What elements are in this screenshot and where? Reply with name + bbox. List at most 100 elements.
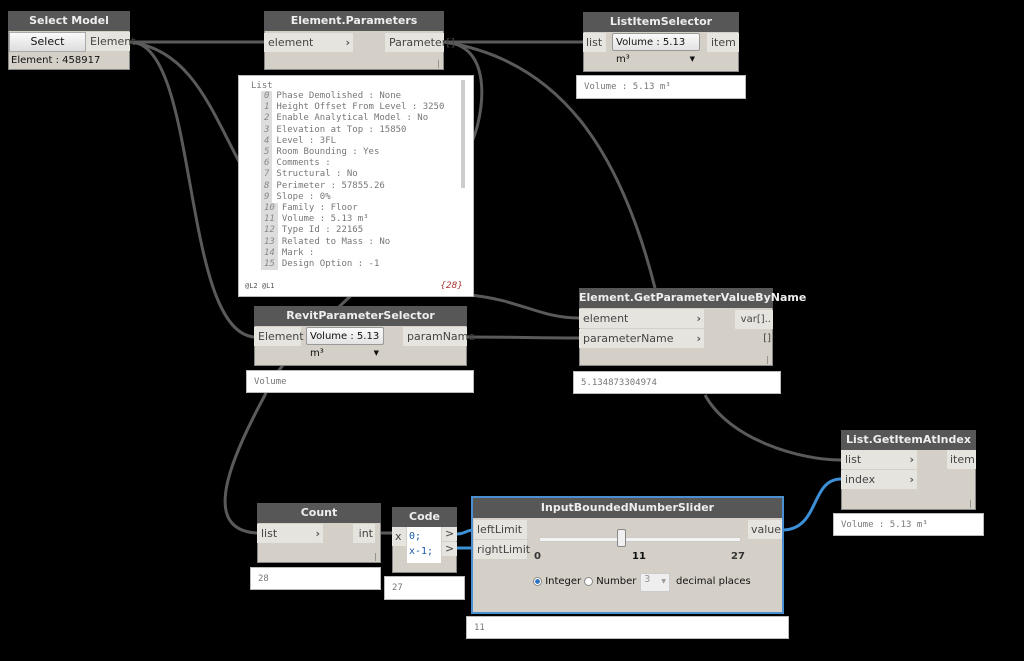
input-port-index[interactable]: index › xyxy=(841,470,917,489)
list-levels: @L2 @L1 xyxy=(245,282,275,290)
port-label: index xyxy=(845,473,876,486)
list-item: 3 Elevation at Top : 15850 xyxy=(261,124,461,136)
list-item: 15 Design Option : -1 xyxy=(261,259,461,271)
output-port-line-2[interactable]: > xyxy=(442,542,457,556)
port-label: list xyxy=(261,527,278,540)
code-editor[interactable]: 0; x-1; xyxy=(407,527,441,563)
list-index: 14 xyxy=(261,247,278,260)
list-item: 14 Mark : xyxy=(261,247,461,260)
input-port-element[interactable]: element › xyxy=(579,309,704,328)
node-get-parameter-value-by-name[interactable]: Element.GetParameterValueByName element ›… xyxy=(579,288,806,366)
list-item-text: Family : Floor xyxy=(281,203,358,214)
preview-get-parameter-value: 5.134873304974 xyxy=(573,371,781,394)
dropdown-value: Volume : 5.13 m³ xyxy=(310,331,380,359)
list-item: 6 Comments : xyxy=(261,158,461,170)
slider-max: 27 xyxy=(731,551,745,562)
lacing-indicator: | xyxy=(437,59,440,68)
wire xyxy=(703,394,842,462)
radio-integer[interactable]: Integer xyxy=(533,576,581,587)
chevron-right-icon: › xyxy=(696,332,701,345)
output-port-parameters[interactable]: Parameter[] xyxy=(385,33,455,52)
port-label: parameterName xyxy=(583,332,674,345)
scrollbar[interactable] xyxy=(461,80,465,188)
preview-count: 28 xyxy=(250,567,381,590)
list-count: {28} xyxy=(440,281,463,291)
input-port-list[interactable]: list › xyxy=(841,450,917,469)
list-item-text: Enable Analytical Model : No xyxy=(276,113,429,124)
radio-number[interactable]: Number xyxy=(584,576,636,587)
list-index: 0 xyxy=(261,91,273,103)
node-code-block[interactable]: Code Block x 0; x-1; > > xyxy=(392,507,457,573)
output-port-item[interactable]: item xyxy=(707,33,739,52)
output-port-int[interactable]: int xyxy=(353,524,375,543)
node-list-get-item-at-index[interactable]: List.GetItemAtIndex list › index › item | xyxy=(841,430,976,510)
input-port-element[interactable]: Element xyxy=(254,327,304,346)
output-port-element[interactable]: Element xyxy=(86,32,136,51)
chevron-right-icon: › xyxy=(909,473,914,486)
list-item-text: Phase Demolished : None xyxy=(276,91,402,101)
list-index: 5 xyxy=(261,147,273,159)
input-port-parametername[interactable]: parameterName › xyxy=(579,329,704,348)
input-port-element[interactable]: element › xyxy=(264,33,353,52)
list-item-text: Room Bounding : Yes xyxy=(276,147,380,158)
list-item-text: Perimeter : 57855.26 xyxy=(276,180,385,191)
list-item: 11 Volume : 5.13 m³ xyxy=(261,214,461,226)
list-index: 13 xyxy=(261,236,278,248)
list-index: 9 xyxy=(261,191,273,204)
slider-min: 0 xyxy=(534,551,541,562)
decimals-label: decimal places xyxy=(676,576,751,587)
node-element-parameters[interactable]: Element.Parameters element › Parameter[] … xyxy=(264,11,455,70)
parameter-dropdown[interactable]: Volume : 5.13 m³ ▼ xyxy=(306,327,384,359)
list-item-text: Related to Mass : No xyxy=(281,236,391,247)
radio-unchecked-icon xyxy=(584,576,593,586)
output-port-var[interactable]: var[]..[] xyxy=(735,310,773,344)
decimals-dropdown[interactable]: 3 ▼ xyxy=(640,573,670,592)
node-title: InputBoundedNumberSlider xyxy=(473,498,782,518)
lacing-indicator: | xyxy=(969,499,972,508)
input-port-rightlimit[interactable]: rightLimit xyxy=(474,540,530,559)
chevron-down-icon: ▼ xyxy=(661,578,666,585)
input-port-x[interactable]: x xyxy=(392,527,406,546)
node-count[interactable]: Count list › int | xyxy=(257,503,381,563)
preview-code-block: 27 xyxy=(384,576,465,600)
port-label: list xyxy=(845,453,862,466)
list-item-text: Slope : 0% xyxy=(276,191,331,202)
item-dropdown[interactable]: Volume : 5.13 m³ ▼ xyxy=(612,33,700,65)
list-item: 8 Perimeter : 57855.26 xyxy=(261,180,461,192)
radio-label: Integer xyxy=(545,576,582,587)
list-item-text: Comments : xyxy=(276,158,331,169)
port-label: element xyxy=(268,36,314,49)
input-port-list[interactable]: list › xyxy=(257,524,323,543)
node-title: List.GetItemAtIndex xyxy=(841,430,976,450)
node-select-model-element[interactable]: Select Model Element Select Element Elem… xyxy=(8,11,136,70)
list-item: 7 Structural : No xyxy=(261,169,461,181)
output-port-line-1[interactable]: > xyxy=(442,527,457,541)
output-port-item[interactable]: item xyxy=(947,450,976,469)
node-list-item-selector[interactable]: ListItemSelector list Volume : 5.13 m³ ▼ … xyxy=(583,12,739,72)
list-item-text: Type Id : 22165 xyxy=(281,225,364,236)
input-port-leftlimit[interactable]: leftLimit xyxy=(474,520,527,539)
preview-list-item-selector: Volume : 5.13 m³ xyxy=(576,75,746,99)
node-revit-parameter-selector[interactable]: RevitParameterSelector Element Volume : … xyxy=(254,306,475,366)
list-item: 12 Type Id : 22165 xyxy=(261,225,461,237)
list-item: 2 Enable Analytical Model : No xyxy=(261,113,461,125)
slider-thumb[interactable] xyxy=(617,529,627,547)
output-port-value[interactable]: value xyxy=(748,520,782,539)
element-info: Element : 458917 xyxy=(11,55,101,66)
preview-element-parameters[interactable]: List 0 Phase Demolished : None 1 Height Off… xyxy=(238,75,474,297)
node-title: Element.GetParameterValueByName xyxy=(579,288,806,308)
list-index: 2 xyxy=(261,113,273,125)
radio-label: Number xyxy=(596,576,637,587)
select-button[interactable]: Select xyxy=(9,32,86,52)
output-port-paramname[interactable]: paramName xyxy=(403,327,475,346)
wire xyxy=(466,335,580,340)
node-input-bounded-number-slider[interactable]: InputBoundedNumberSlider leftLimit right… xyxy=(473,498,782,612)
input-port-list[interactable]: list xyxy=(583,33,606,52)
preview-get-item-at-index: Volume : 5.13 m³ xyxy=(833,513,984,536)
slider-track[interactable] xyxy=(539,537,741,542)
chevron-right-icon: › xyxy=(696,312,701,325)
list-item-text: Structural : No xyxy=(276,169,358,180)
list-index: 12 xyxy=(261,225,278,237)
list-index: 1 xyxy=(261,102,273,114)
code-line: x-1; xyxy=(409,546,434,557)
